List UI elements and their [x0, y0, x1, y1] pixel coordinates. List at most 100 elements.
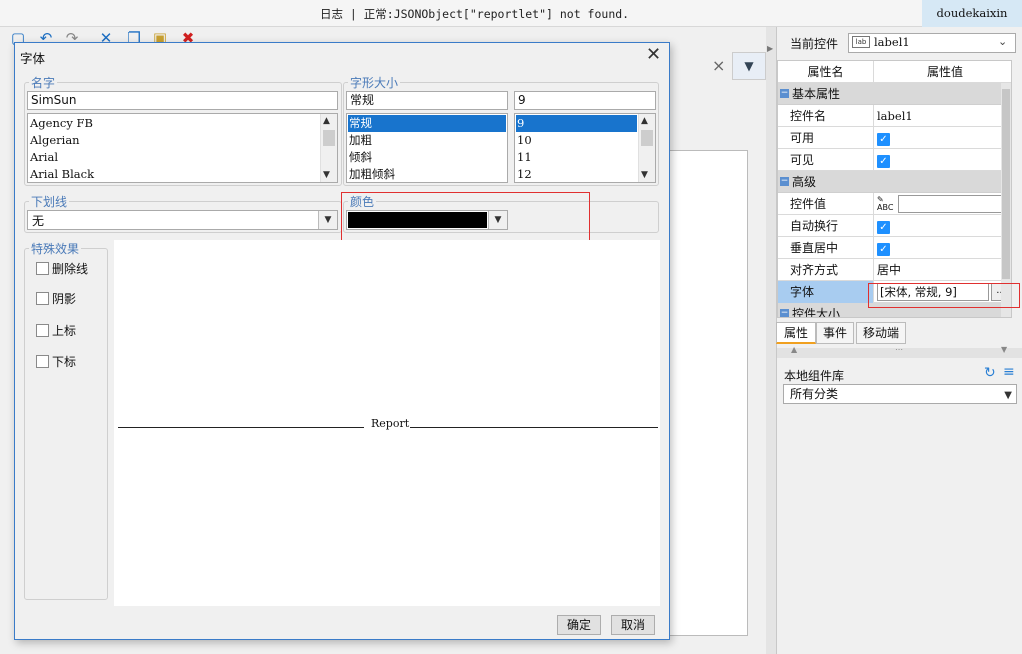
library-category-value: 所有分类: [790, 387, 839, 401]
row-vertical-center[interactable]: 垂直居中 ✓: [778, 237, 1011, 259]
list-item-selected[interactable]: 常规: [348, 115, 506, 132]
library-label: 本地组件库: [784, 369, 845, 383]
group-title: 控件大小: [792, 307, 841, 318]
scroll-up-icon[interactable]: ▲: [323, 116, 330, 126]
arrow-down-icon[interactable]: ▼: [1001, 345, 1007, 354]
control-value-input[interactable]: [898, 195, 1010, 213]
list-item[interactable]: 10: [517, 132, 532, 149]
row-name: 自动换行: [778, 215, 874, 237]
scrollbar-thumb[interactable]: [323, 130, 335, 146]
shadow-option[interactable]: 阴影: [36, 291, 76, 307]
vertical-center-checkbox[interactable]: ✓: [877, 243, 890, 256]
underline-value: 无: [32, 214, 45, 228]
column-property-name: 属性名: [778, 61, 874, 83]
tab-events[interactable]: 事件: [816, 322, 854, 344]
list-item[interactable]: 加粗: [349, 132, 372, 149]
list-item[interactable]: Arial Black: [30, 166, 94, 182]
splitter[interactable]: [766, 27, 776, 654]
scroll-up-icon[interactable]: ▲: [641, 116, 648, 126]
font-size-input[interactable]: 9: [514, 91, 656, 110]
strikethrough-option[interactable]: 删除线: [36, 261, 88, 277]
close-icon[interactable]: ✕: [646, 44, 661, 65]
scrollbar-thumb[interactable]: [1002, 89, 1010, 279]
shadow-label: 阴影: [52, 292, 77, 306]
row-auto-wrap[interactable]: 自动换行 ✓: [778, 215, 1011, 237]
font-name-legend: 名字: [31, 76, 56, 90]
chevron-down-icon[interactable]: ▼: [318, 211, 337, 229]
row-name: 对齐方式: [778, 259, 874, 281]
scroll-down-icon[interactable]: ▼: [641, 170, 648, 180]
preview-rule-left: [118, 427, 364, 428]
preview-rule-right: [410, 427, 658, 428]
library-category-select[interactable]: 所有分类 ▼: [783, 384, 1017, 404]
scroll-down-icon[interactable]: ▼: [323, 170, 330, 180]
superscript-option[interactable]: 上标: [36, 323, 76, 339]
superscript-checkbox[interactable]: [36, 324, 49, 337]
row-name: 可见: [778, 149, 874, 171]
list-item[interactable]: 倾斜: [349, 149, 372, 166]
subscript-checkbox[interactable]: [36, 355, 49, 368]
list-item[interactable]: 11: [517, 149, 532, 166]
list-item-selected[interactable]: 9: [516, 115, 637, 132]
tab-properties[interactable]: 属性: [776, 322, 816, 344]
close-tab-icon[interactable]: ×: [712, 56, 725, 75]
font-style-list[interactable]: 常规 加粗 倾斜 加粗倾斜: [346, 113, 508, 183]
visible-checkbox[interactable]: ✓: [877, 155, 890, 168]
panel-divider[interactable]: ▲ ⋯ ▼: [777, 345, 1022, 358]
shadow-checkbox[interactable]: [36, 292, 49, 305]
ok-button[interactable]: 确定: [557, 615, 601, 635]
user-name[interactable]: doudekaixin: [922, 0, 1022, 27]
row-control-name[interactable]: 控件名 label1: [778, 105, 1011, 127]
arrow-up-icon[interactable]: ▲: [791, 345, 797, 354]
subscript-option[interactable]: 下标: [36, 354, 76, 370]
preview-text: Report: [371, 417, 410, 430]
refresh-icon[interactable]: ↻: [984, 365, 996, 381]
font-name-input[interactable]: SimSun: [27, 91, 338, 110]
underline-select[interactable]: 无 ▼: [27, 210, 338, 230]
list-item[interactable]: Agency FB: [30, 115, 93, 132]
property-table: 属性名 属性值 − 基本属性 控件名 label1 可用 ✓ 可见 ✓ − 高级…: [777, 60, 1012, 318]
chevron-down-icon[interactable]: ⌄: [998, 35, 1007, 48]
collapse-icon[interactable]: −: [780, 177, 789, 186]
column-property-value: 属性值: [926, 65, 963, 79]
font-style-legend: 字形大小: [350, 76, 399, 90]
font-name-list[interactable]: Agency FB Algerian Arial Arial Black ▲ ▼: [27, 113, 338, 183]
list-item[interactable]: 12: [517, 166, 532, 182]
cancel-button[interactable]: 取消: [611, 615, 655, 635]
subscript-label: 下标: [52, 355, 77, 369]
row-value[interactable]: label1: [875, 105, 1011, 127]
menu-icon[interactable]: ≡: [1003, 364, 1015, 380]
auto-wrap-checkbox[interactable]: ✓: [877, 221, 890, 234]
list-item[interactable]: Algerian: [30, 132, 80, 149]
size-list-scrollbar[interactable]: ▲ ▼: [638, 114, 655, 182]
font-list-scrollbar[interactable]: ▲ ▼: [320, 114, 337, 182]
scrollbar-thumb[interactable]: [641, 130, 653, 146]
row-enabled[interactable]: 可用 ✓: [778, 127, 1011, 149]
chevron-down-icon[interactable]: ▼: [1004, 387, 1012, 405]
collapse-arrow-icon[interactable]: ▶: [767, 44, 773, 53]
enabled-checkbox[interactable]: ✓: [877, 133, 890, 146]
font-style-input[interactable]: 常规: [346, 91, 508, 110]
row-visible[interactable]: 可见 ✓: [778, 149, 1011, 171]
font-size-list[interactable]: 9 10 11 12 ▲ ▼: [514, 113, 656, 183]
group-title: 基本属性: [792, 87, 841, 101]
row-name: 可用: [778, 127, 874, 149]
formula-edit-icon[interactable]: ✎ ABC: [877, 196, 893, 212]
row-value[interactable]: 居中: [875, 259, 1011, 281]
row-name: 控件名: [778, 105, 874, 127]
tab-mobile[interactable]: 移动端: [856, 322, 906, 344]
grip-icon[interactable]: ⋯: [895, 345, 903, 354]
collapse-icon[interactable]: −: [780, 309, 789, 317]
design-canvas[interactable]: [668, 150, 748, 636]
group-advanced[interactable]: − 高级: [778, 171, 1011, 193]
list-item[interactable]: 加粗倾斜: [349, 166, 395, 182]
group-basic[interactable]: − 基本属性: [778, 83, 1011, 105]
widget-tab-icon[interactable]: ▼: [732, 52, 766, 80]
log-message: 日志 | 正常:JSONObject["reportlet"] not foun…: [320, 7, 630, 21]
strikethrough-checkbox[interactable]: [36, 262, 49, 275]
group-title: 高级: [792, 175, 817, 189]
row-align[interactable]: 对齐方式 居中: [778, 259, 1011, 281]
list-item[interactable]: Arial: [30, 149, 58, 166]
collapse-icon[interactable]: −: [780, 89, 789, 98]
row-control-value[interactable]: 控件值 ✎ ABC: [778, 193, 1011, 215]
